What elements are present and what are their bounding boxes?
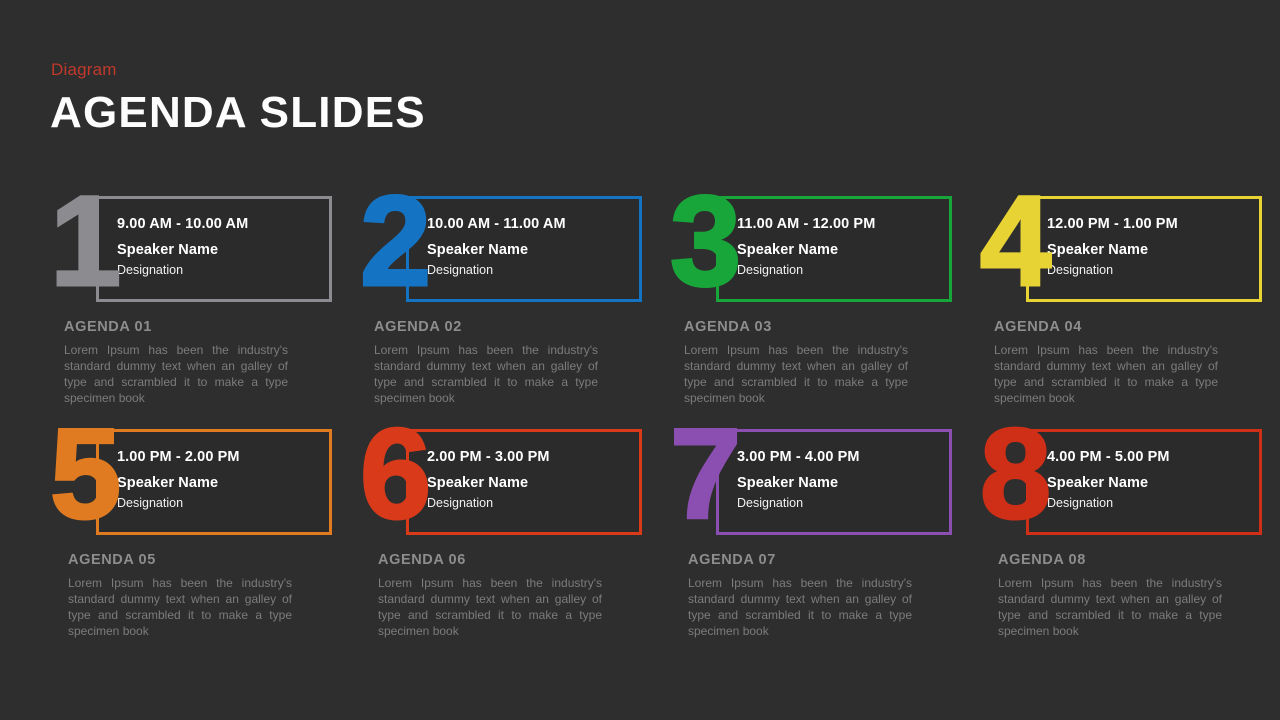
agenda-speaker: Speaker Name: [737, 475, 839, 491]
agenda-time: 2.00 PM - 3.00 PM: [427, 449, 550, 465]
agenda-body-text: Lorem Ipsum has been the industry's stan…: [68, 576, 292, 638]
slide-kicker: Diagram: [51, 60, 117, 79]
agenda-description: AGENDA 04 Lorem Ipsum has been the indus…: [980, 319, 1262, 406]
agenda-label: AGENDA 06: [378, 552, 466, 568]
agenda-speaker: Speaker Name: [117, 242, 219, 258]
agenda-body-text: Lorem Ipsum has been the industry's stan…: [998, 576, 1222, 638]
agenda-time: 9.00 AM - 10.00 AM: [117, 216, 249, 232]
agenda-label: AGENDA 08: [998, 552, 1086, 568]
agenda-info-box: 9.00 AM - 10.00 AM Speaker Name Designat…: [96, 196, 332, 302]
number-box-group: 7 3.00 PM - 4.00 PM Speaker Name Designa…: [668, 409, 952, 540]
agenda-speaker: Speaker Name: [117, 475, 219, 491]
agenda-time: 12.00 PM - 1.00 PM: [1047, 216, 1178, 232]
agenda-designation: Designation: [117, 263, 184, 277]
page-title: AGENDA SLIDES: [50, 88, 426, 137]
number-box-group: 5 1.00 PM - 2.00 PM Speaker Name Designa…: [48, 409, 332, 540]
agenda-info-box: 12.00 PM - 1.00 PM Speaker Name Designat…: [1026, 196, 1262, 302]
agenda-label: AGENDA 03: [684, 319, 772, 335]
agenda-info-box: 4.00 PM - 5.00 PM Speaker Name Designati…: [1026, 429, 1262, 535]
number-box-group: 6 2.00 PM - 3.00 PM Speaker Name Designa…: [358, 409, 642, 540]
agenda-designation: Designation: [1047, 263, 1114, 277]
agenda-speaker: Speaker Name: [1047, 475, 1149, 491]
agenda-time: 3.00 PM - 4.00 PM: [737, 449, 860, 465]
agenda-description: AGENDA 07 Lorem Ipsum has been the indus…: [670, 552, 952, 639]
agenda-time: 1.00 PM - 2.00 PM: [117, 449, 240, 465]
agenda-body-text: Lorem Ipsum has been the industry's stan…: [688, 576, 912, 638]
agenda-card-grid: 1 9.00 AM - 10.00 AM Speaker Name Design…: [48, 176, 1262, 639]
agenda-designation: Designation: [737, 263, 804, 277]
agenda-info-box: 3.00 PM - 4.00 PM Speaker Name Designati…: [716, 429, 952, 535]
agenda-body-text: Lorem Ipsum has been the industry's stan…: [378, 576, 602, 638]
agenda-card[interactable]: 4 12.00 PM - 1.00 PM Speaker Name Design…: [978, 176, 1262, 406]
agenda-time: 10.00 AM - 11.00 AM: [427, 216, 566, 232]
agenda-card[interactable]: 6 2.00 PM - 3.00 PM Speaker Name Designa…: [358, 409, 642, 639]
agenda-card[interactable]: 3 11.00 AM - 12.00 PM Speaker Name Desig…: [668, 176, 952, 406]
agenda-slide: Diagram AGENDA SLIDES 1 9.00 AM - 10.00 …: [0, 0, 1280, 720]
agenda-label: AGENDA 07: [688, 552, 776, 568]
agenda-designation: Designation: [117, 496, 184, 510]
agenda-card[interactable]: 5 1.00 PM - 2.00 PM Speaker Name Designa…: [48, 409, 332, 639]
agenda-info-box: 1.00 PM - 2.00 PM Speaker Name Designati…: [96, 429, 332, 535]
agenda-card[interactable]: 2 10.00 AM - 11.00 AM Speaker Name Desig…: [358, 176, 642, 406]
agenda-speaker: Speaker Name: [427, 475, 529, 491]
agenda-body-text: Lorem Ipsum has been the industry's stan…: [374, 343, 598, 405]
agenda-label: AGENDA 04: [994, 319, 1082, 335]
agenda-speaker: Speaker Name: [737, 242, 839, 258]
number-box-group: 4 12.00 PM - 1.00 PM Speaker Name Design…: [978, 176, 1262, 307]
agenda-card[interactable]: 1 9.00 AM - 10.00 AM Speaker Name Design…: [48, 176, 332, 406]
agenda-label: AGENDA 02: [374, 319, 462, 335]
number-box-group: 3 11.00 AM - 12.00 PM Speaker Name Desig…: [668, 176, 952, 307]
agenda-time: 11.00 AM - 12.00 PM: [737, 216, 876, 232]
number-box-group: 1 9.00 AM - 10.00 AM Speaker Name Design…: [48, 176, 332, 307]
agenda-speaker: Speaker Name: [1047, 242, 1149, 258]
agenda-designation: Designation: [737, 496, 804, 510]
agenda-time: 4.00 PM - 5.00 PM: [1047, 449, 1170, 465]
agenda-description: AGENDA 08 Lorem Ipsum has been the indus…: [980, 552, 1262, 639]
agenda-card[interactable]: 7 3.00 PM - 4.00 PM Speaker Name Designa…: [668, 409, 952, 639]
agenda-body-text: Lorem Ipsum has been the industry's stan…: [684, 343, 908, 405]
agenda-speaker: Speaker Name: [427, 242, 529, 258]
agenda-body-text: Lorem Ipsum has been the industry's stan…: [64, 343, 288, 405]
agenda-body-text: Lorem Ipsum has been the industry's stan…: [994, 343, 1218, 405]
agenda-description: AGENDA 02 Lorem Ipsum has been the indus…: [360, 319, 642, 406]
agenda-card[interactable]: 8 4.00 PM - 5.00 PM Speaker Name Designa…: [978, 409, 1262, 639]
agenda-info-box: 11.00 AM - 12.00 PM Speaker Name Designa…: [716, 196, 952, 302]
agenda-label: AGENDA 01: [64, 319, 152, 335]
agenda-description: AGENDA 01 Lorem Ipsum has been the indus…: [50, 319, 332, 406]
number-box-group: 8 4.00 PM - 5.00 PM Speaker Name Designa…: [978, 409, 1262, 540]
agenda-label: AGENDA 05: [68, 552, 156, 568]
agenda-description: AGENDA 06 Lorem Ipsum has been the indus…: [360, 552, 642, 639]
agenda-description: AGENDA 05 Lorem Ipsum has been the indus…: [50, 552, 332, 639]
agenda-info-box: 2.00 PM - 3.00 PM Speaker Name Designati…: [406, 429, 642, 535]
agenda-info-box: 10.00 AM - 11.00 AM Speaker Name Designa…: [406, 196, 642, 302]
agenda-designation: Designation: [1047, 496, 1114, 510]
agenda-designation: Designation: [427, 263, 494, 277]
number-box-group: 2 10.00 AM - 11.00 AM Speaker Name Desig…: [358, 176, 642, 307]
agenda-description: AGENDA 03 Lorem Ipsum has been the indus…: [670, 319, 952, 406]
agenda-designation: Designation: [427, 496, 494, 510]
